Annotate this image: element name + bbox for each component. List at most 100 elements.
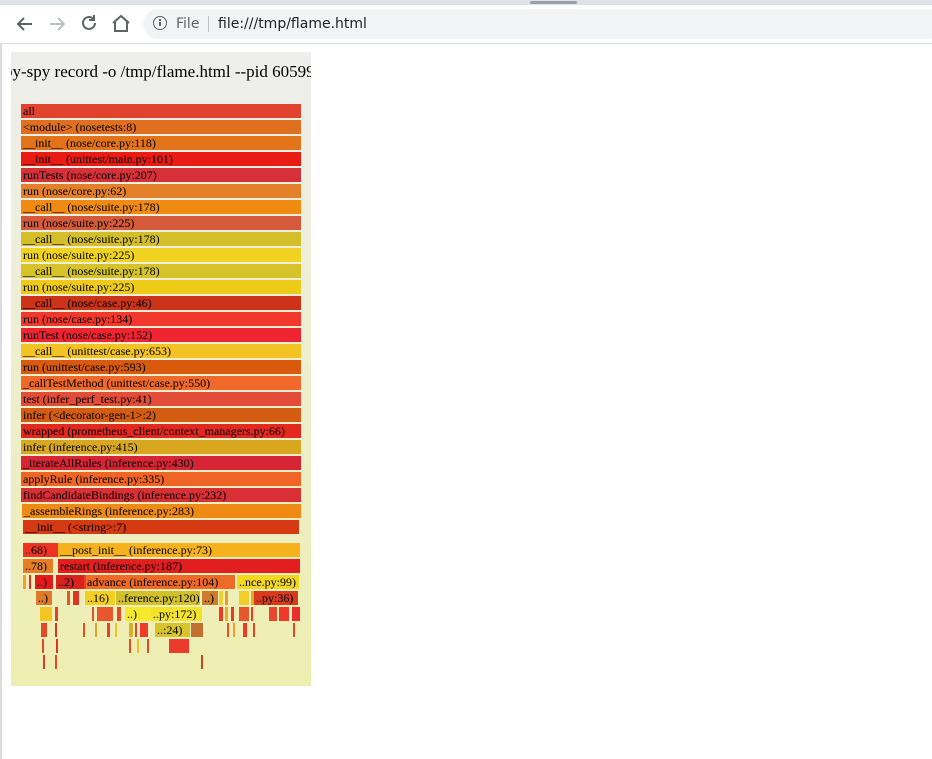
flame-frame[interactable]: _assembleRings (inference.py:283) xyxy=(22,504,301,518)
flame-frame[interactable]: __call__ (nose/suite.py:178) xyxy=(21,232,301,246)
flame-frame[interactable]: applyRule (inference.py:335) xyxy=(21,472,301,486)
info-icon[interactable] xyxy=(153,16,167,30)
flame-frame[interactable]: advance (inference.py:104) xyxy=(85,575,235,589)
flame-frame-small[interactable] xyxy=(251,591,254,605)
flame-frame[interactable]: test (infer_perf_test.py:41) xyxy=(21,392,301,406)
flame-frame-small[interactable] xyxy=(279,607,289,621)
flame-frame-small[interactable] xyxy=(219,591,223,605)
flame-frame-small[interactable] xyxy=(73,591,79,605)
flame-frame-small[interactable] xyxy=(129,639,131,653)
flame-frame-small[interactable] xyxy=(191,623,203,637)
flame-frame[interactable]: __call__ (nose/suite.py:178) xyxy=(21,264,301,278)
arrow-left-icon xyxy=(16,17,32,31)
flame-frame[interactable]: <module> (nosetests:8) xyxy=(21,120,301,134)
flame-frame[interactable]: findCandidateBindings (inference.py:232) xyxy=(21,488,301,502)
flame-frame[interactable]: run (nose/core.py:62) xyxy=(21,184,301,198)
flame-frame[interactable]: run (nose/suite.py:225) xyxy=(21,248,301,262)
flame-frame-small[interactable] xyxy=(97,607,113,621)
flame-frame[interactable]: restart (inference.py:187) xyxy=(58,559,300,573)
forward-button[interactable] xyxy=(44,11,70,37)
flame-frame-small[interactable] xyxy=(253,623,255,637)
flame-frame-small[interactable] xyxy=(140,623,148,637)
flame-frame[interactable]: runTest (nose/case.py:152) xyxy=(21,328,301,342)
flame-frame-small[interactable] xyxy=(117,607,121,621)
flame-frame-small[interactable] xyxy=(55,623,57,637)
home-button[interactable] xyxy=(108,11,134,37)
flame-frame[interactable]: ..16) xyxy=(85,591,115,605)
flame-frame-small[interactable] xyxy=(231,607,234,621)
flame-frame[interactable]: all xyxy=(21,104,301,118)
flame-frame[interactable]: run (nose/suite.py:225) xyxy=(21,216,301,230)
flame-frame-small[interactable] xyxy=(23,575,26,589)
flame-frame[interactable]: __post_init__ (inference.py:73) xyxy=(58,543,300,557)
flame-frame[interactable]: __init__ (unittest/main.py:101) xyxy=(21,152,301,166)
address-bar[interactable]: File file:///tmp/flame.html xyxy=(143,9,932,39)
flame-frame-small[interactable] xyxy=(147,639,149,653)
flame-frame[interactable]: ..ference.py:120) xyxy=(116,591,200,605)
flame-frame-small[interactable] xyxy=(43,655,45,669)
flame-frame-small[interactable] xyxy=(293,623,295,637)
flame-frame-small[interactable] xyxy=(269,607,277,621)
flame-frame[interactable]: ..nce.py:99) xyxy=(237,575,299,589)
flame-frame[interactable]: ..) xyxy=(36,591,52,605)
flame-frame-small[interactable] xyxy=(83,623,85,637)
flame-frame[interactable]: run (nose/suite.py:225) xyxy=(21,280,301,294)
url-text[interactable]: file:///tmp/flame.html xyxy=(218,14,367,34)
flame-frame[interactable]: __call__ (nose/suite.py:178) xyxy=(21,200,301,214)
flame-frame[interactable]: _iterateAllRules (inference.py:430) xyxy=(21,456,301,470)
flame-frame[interactable]: __call__ (nose/case.py:46) xyxy=(21,296,301,310)
flame-frame-small[interactable] xyxy=(92,607,94,621)
flame-frame[interactable]: __call__ (unittest/case.py:653) xyxy=(21,344,301,358)
flame-frame[interactable]: infer (inference.py:415) xyxy=(21,440,301,454)
flame-frame-small[interactable] xyxy=(219,607,223,621)
flame-frame[interactable]: _callTestMethod (unittest/case.py:550) xyxy=(21,376,301,390)
flame-frame-small[interactable] xyxy=(84,575,86,589)
flame-frame[interactable]: wrapped (prometheus_client/context_manag… xyxy=(21,424,301,438)
flame-frame-small[interactable] xyxy=(55,607,58,621)
flame-frame[interactable]: __init__ (nose/core.py:118) xyxy=(21,136,301,150)
flame-frame-small[interactable] xyxy=(225,607,228,621)
flame-frame[interactable]: ..:24) xyxy=(155,623,190,637)
flame-frame[interactable]: __init__ (<string>:7) xyxy=(23,520,299,534)
flame-frame[interactable]: run (unittest/case.py:593) xyxy=(21,360,301,374)
flame-frame-small[interactable] xyxy=(292,607,300,621)
flame-frame-small[interactable] xyxy=(243,623,247,637)
flame-frame[interactable]: infer (<decorator-gen-1>:2) xyxy=(21,408,301,422)
flame-frame-small[interactable] xyxy=(239,591,249,605)
flame-frame[interactable]: runTests (nose/core.py:207) xyxy=(21,168,301,182)
flame-frame-small[interactable] xyxy=(225,591,228,605)
flame-frame-small[interactable] xyxy=(129,623,133,637)
flame-frame-small[interactable] xyxy=(251,607,253,621)
flame-frame-small[interactable] xyxy=(107,623,110,637)
flame-frame-small[interactable] xyxy=(40,607,52,621)
reload-button[interactable] xyxy=(76,11,102,37)
flame-frame-small[interactable] xyxy=(29,575,31,589)
flame-frame-small[interactable] xyxy=(41,623,47,637)
flame-frame[interactable]: ..py:172) xyxy=(151,607,202,621)
flame-frame[interactable]: ..) xyxy=(125,607,151,621)
flame-frame-small[interactable] xyxy=(67,591,70,605)
flame-frame-small[interactable] xyxy=(201,655,203,669)
flame-frame[interactable]: ..68) xyxy=(23,543,58,557)
flame-frame-small[interactable] xyxy=(135,623,137,637)
tab-handle[interactable] xyxy=(530,1,577,4)
reload-icon xyxy=(82,15,96,30)
flame-frame-small[interactable] xyxy=(227,623,229,637)
flame-frame[interactable]: ..78) xyxy=(23,559,53,573)
flame-frame-small[interactable] xyxy=(95,623,97,637)
back-button[interactable] xyxy=(12,11,38,37)
flame-frame[interactable]: run (nose/case.py:134) xyxy=(21,312,301,326)
flame-frame-small[interactable] xyxy=(56,639,58,653)
flame-frame-small[interactable] xyxy=(137,639,139,653)
flame-frame-small[interactable] xyxy=(115,623,117,637)
flame-frame-small[interactable] xyxy=(233,623,235,637)
flame-frame-small[interactable] xyxy=(55,655,57,669)
flame-frame[interactable]: ..2) xyxy=(56,575,84,589)
flame-frame[interactable]: ..) xyxy=(35,575,53,589)
page-left-border xyxy=(0,44,2,759)
flame-frame-small[interactable] xyxy=(169,639,189,653)
flame-frame-small[interactable] xyxy=(239,607,249,621)
flame-frame[interactable]: ..) xyxy=(202,591,218,605)
flame-frame[interactable]: ..py:36) xyxy=(254,591,298,605)
flame-frame-small[interactable] xyxy=(42,639,44,653)
